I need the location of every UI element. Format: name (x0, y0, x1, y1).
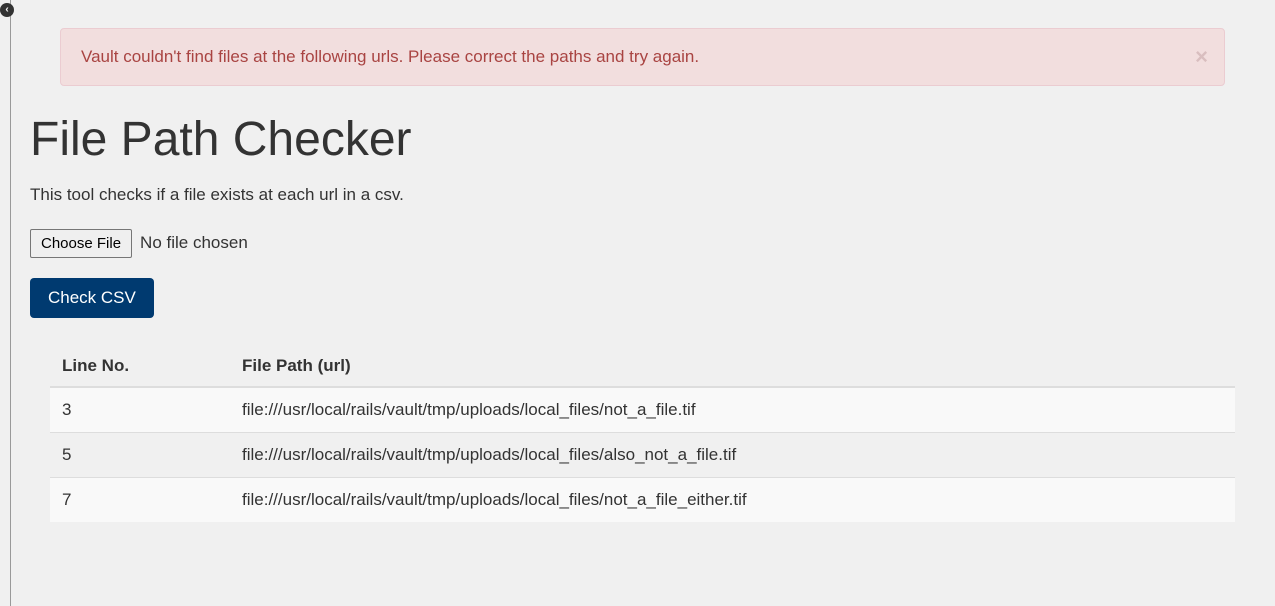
error-alert: Vault couldn't find files at the followi… (60, 28, 1225, 86)
table-row: 7file:///usr/local/rails/vault/tmp/uploa… (50, 477, 1235, 522)
close-icon[interactable]: × (1195, 46, 1208, 68)
cell-file-path: file:///usr/local/rails/vault/tmp/upload… (230, 387, 1235, 433)
cell-line-no: 5 (50, 432, 230, 477)
file-input-status: No file chosen (140, 233, 248, 253)
corner-badge-icon: ‹ (0, 3, 14, 17)
cell-line-no: 3 (50, 387, 230, 433)
table-header-row: Line No. File Path (url) (50, 346, 1235, 387)
page-title: File Path Checker (30, 114, 1255, 167)
table-row: 5file:///usr/local/rails/vault/tmp/uploa… (50, 432, 1235, 477)
main-container: Vault couldn't find files at the followi… (10, 0, 1275, 542)
col-header-file-path: File Path (url) (230, 346, 1235, 387)
cell-line-no: 7 (50, 477, 230, 522)
col-header-line-no: Line No. (50, 346, 230, 387)
results-table: Line No. File Path (url) 3file:///usr/lo… (50, 346, 1235, 522)
page-description: This tool checks if a file exists at eac… (30, 185, 1255, 205)
cell-file-path: file:///usr/local/rails/vault/tmp/upload… (230, 477, 1235, 522)
cell-file-path: file:///usr/local/rails/vault/tmp/upload… (230, 432, 1235, 477)
check-csv-button[interactable]: Check CSV (30, 278, 154, 318)
alert-message: Vault couldn't find files at the followi… (81, 47, 699, 66)
table-row: 3file:///usr/local/rails/vault/tmp/uploa… (50, 387, 1235, 433)
choose-file-button[interactable]: Choose File (30, 229, 132, 258)
file-input-group: Choose File No file chosen (30, 229, 248, 258)
left-border-divider (10, 0, 11, 606)
